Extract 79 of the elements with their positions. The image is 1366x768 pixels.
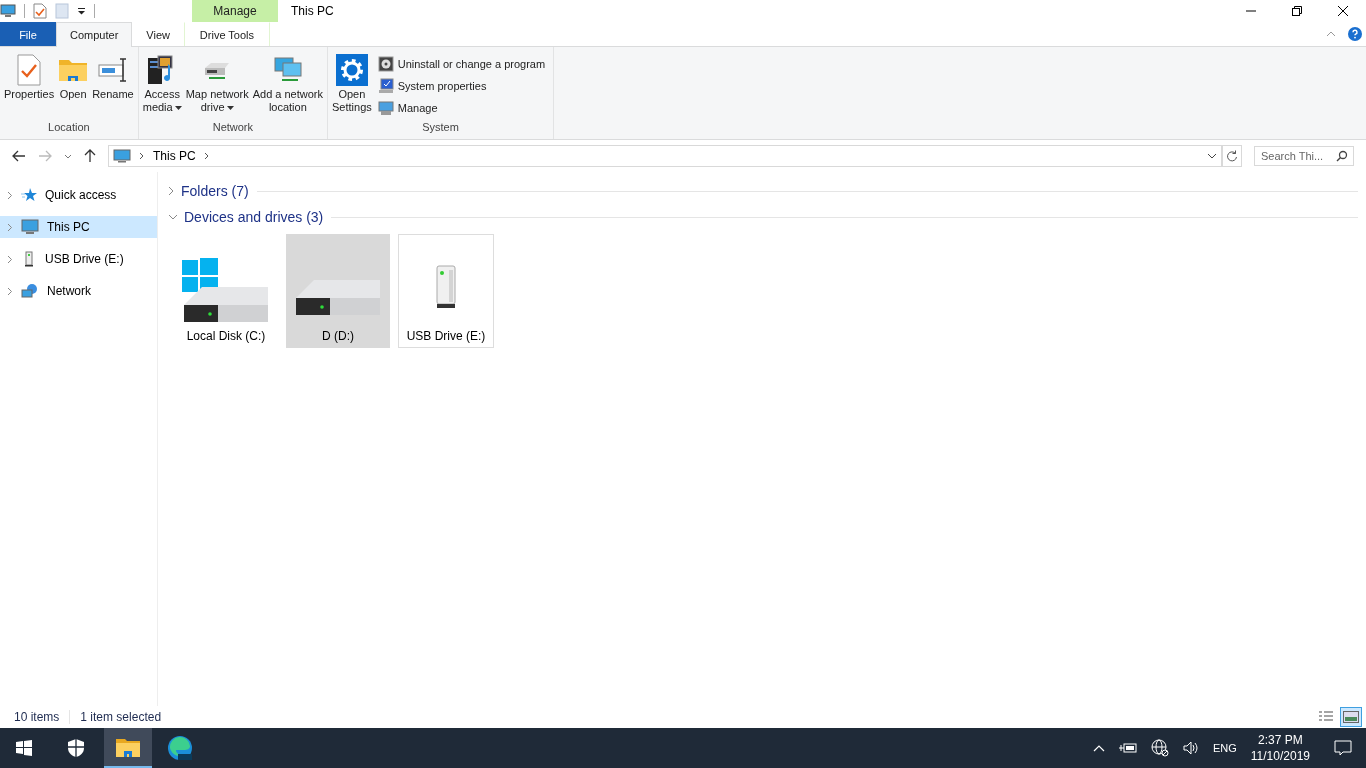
computer-icon xyxy=(377,100,394,116)
dropdown-caret-icon[interactable] xyxy=(1207,153,1217,159)
recent-caret-icon[interactable] xyxy=(64,153,72,159)
expand-chevron-icon[interactable] xyxy=(7,254,13,264)
shield-icon xyxy=(68,739,84,757)
nav-item[interactable]: Quick access xyxy=(0,184,157,206)
group-label: System xyxy=(421,121,460,135)
expand-chevron-icon[interactable] xyxy=(7,286,13,296)
ribbon-button[interactable]: Rename xyxy=(90,52,136,103)
large-icons-view-button[interactable] xyxy=(1340,707,1362,727)
collapse-ribbon-icon[interactable] xyxy=(1326,31,1336,37)
drive-tile[interactable]: Local Disk (C:) xyxy=(174,234,278,348)
group-header[interactable]: Devices and drives (3) xyxy=(168,209,324,225)
ribbon-button[interactable]: Open Settings xyxy=(330,52,374,116)
group-label: Network xyxy=(211,121,255,135)
nav-item[interactable]: This PC xyxy=(0,216,157,238)
monitor-icon xyxy=(21,219,39,235)
item-count: 10 items xyxy=(14,710,61,724)
chevron-icon[interactable] xyxy=(203,152,210,160)
chevron-right-icon xyxy=(168,186,175,196)
clock-date[interactable]: 11/10/2019 xyxy=(1250,748,1310,764)
checked-document-icon xyxy=(16,54,43,86)
computer-icon[interactable] xyxy=(0,4,16,18)
customize-caret-icon[interactable] xyxy=(77,7,86,15)
contextual-tab-header: Manage xyxy=(192,0,278,22)
breadcrumb[interactable]: This PC xyxy=(153,149,196,163)
image-icon xyxy=(1343,711,1359,723)
restore-icon xyxy=(1292,6,1302,16)
input-language[interactable]: ENG xyxy=(1213,742,1237,754)
ribbon-tab[interactable]: Drive Tools xyxy=(183,22,270,46)
globe-icon[interactable] xyxy=(1151,739,1169,757)
chevron-icon[interactable] xyxy=(139,152,145,160)
nav-item[interactable]: USB Drive (E:) xyxy=(0,248,157,270)
drive-tile[interactable]: D (D:) xyxy=(286,234,390,348)
taskbar-button[interactable] xyxy=(104,728,152,768)
settings-icon xyxy=(335,54,368,86)
battery-icon[interactable] xyxy=(1119,742,1137,754)
ribbon-small-button[interactable]: Uninstall or change a program xyxy=(377,54,546,74)
ribbon-tab[interactable]: File xyxy=(0,22,56,46)
back-icon[interactable] xyxy=(12,150,26,162)
ribbon-tab[interactable]: Computer xyxy=(56,22,133,47)
selection-count: 1 item selected xyxy=(69,710,172,724)
ribbon-button[interactable]: Access media xyxy=(140,52,184,116)
show-hidden-icons-icon[interactable] xyxy=(1093,744,1105,752)
notifications-icon[interactable] xyxy=(1334,740,1352,756)
folder-icon xyxy=(116,737,140,757)
chevron-down-icon xyxy=(168,213,178,221)
ribbon-button[interactable]: Map network drive xyxy=(183,52,251,116)
ribbon-small-button[interactable]: Manage xyxy=(377,98,546,118)
ribbon-button[interactable]: Properties xyxy=(2,52,57,103)
up-icon[interactable] xyxy=(84,149,96,163)
expand-chevron-icon[interactable] xyxy=(7,190,13,200)
ribbon-small-button[interactable]: System properties xyxy=(377,76,546,96)
monitor-check-icon xyxy=(377,78,394,94)
group-label: Location xyxy=(47,121,91,135)
clock-time[interactable]: 2:37 PM xyxy=(1258,732,1303,748)
properties-icon[interactable] xyxy=(33,3,47,19)
refresh-icon xyxy=(1226,150,1238,162)
search-field[interactable]: Search Thi... xyxy=(1254,146,1354,166)
usb-drive-icon xyxy=(436,265,456,309)
address-bar[interactable]: This PC xyxy=(108,145,1222,167)
star-icon xyxy=(21,187,37,203)
drive-tile[interactable]: USB Drive (E:) xyxy=(398,234,494,348)
refresh-button[interactable] xyxy=(1222,145,1242,167)
search-icon[interactable] xyxy=(1336,150,1348,162)
network-icon xyxy=(21,283,39,299)
list-icon xyxy=(1318,711,1334,723)
group-header[interactable]: Folders (7) xyxy=(168,183,249,199)
volume-icon[interactable] xyxy=(1183,741,1199,755)
window-title: This PC xyxy=(291,4,334,18)
expand-chevron-icon[interactable] xyxy=(7,222,13,232)
ribbon-button[interactable]: Open xyxy=(56,52,91,103)
nav-item[interactable]: Network xyxy=(0,280,157,302)
monitor-icon xyxy=(113,149,131,163)
ribbon-button[interactable]: Add a network location xyxy=(250,52,325,116)
help-icon[interactable] xyxy=(1348,27,1362,41)
browser-logo-icon xyxy=(167,735,193,761)
windows-logo-icon xyxy=(16,740,32,756)
close-icon xyxy=(1338,6,1348,16)
